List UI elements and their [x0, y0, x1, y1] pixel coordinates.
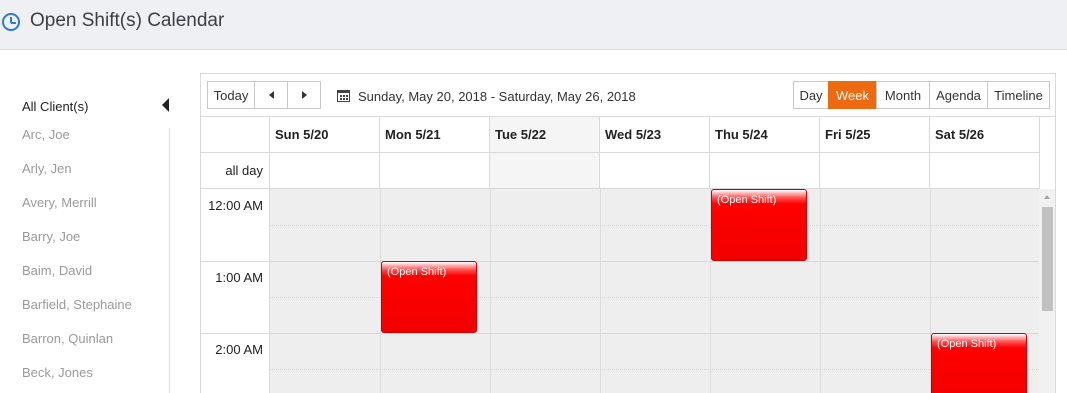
view-agenda-button[interactable]: Agenda	[929, 81, 988, 109]
open-shift-event[interactable]: (Open Shift)	[381, 261, 477, 333]
all-day-cell[interactable]	[490, 153, 600, 189]
client-item[interactable]: Barry, Joe	[22, 229, 132, 263]
client-item[interactable]: Beck, Jones	[22, 365, 132, 393]
all-day-cell[interactable]	[380, 153, 490, 189]
client-item[interactable]: Barfield, Stephaine	[22, 297, 132, 331]
prev-week-button[interactable]	[254, 81, 288, 109]
chevron-right-icon	[301, 91, 307, 99]
chevron-left-icon	[268, 91, 274, 99]
all-day-cell[interactable]	[600, 153, 710, 189]
day-header[interactable]: Thu 5/24	[710, 117, 820, 153]
client-item[interactable]: Baim, David	[22, 263, 132, 297]
calendar-icon[interactable]	[337, 90, 350, 102]
client-item[interactable]: Arc, Joe	[22, 127, 132, 161]
page-header: Open Shift(s) Calendar	[0, 0, 1067, 50]
all-day-cell[interactable]	[710, 153, 820, 189]
day-header[interactable]: Mon 5/21	[380, 117, 490, 153]
time-slots[interactable]: 12:00 AM 1:00 AM 2:00 AM (Open Shift) (O…	[201, 189, 1039, 393]
day-header[interactable]: Sun 5/20	[270, 117, 380, 153]
open-shift-event[interactable]: (Open Shift)	[711, 189, 807, 261]
view-day-button[interactable]: Day	[793, 81, 829, 109]
time-label: 12:00 AM	[208, 198, 263, 213]
all-day-cell[interactable]	[820, 153, 930, 189]
next-week-button[interactable]	[287, 81, 321, 109]
sidebar-divider	[169, 128, 170, 393]
open-shift-event[interactable]: (Open Shift)	[931, 333, 1027, 393]
view-timeline-button[interactable]: Timeline	[987, 81, 1050, 109]
all-clients-link[interactable]: All Client(s)	[22, 99, 88, 114]
day-header-today[interactable]: Tue 5/22	[490, 117, 600, 153]
all-day-cell[interactable]	[930, 153, 1040, 189]
vertical-scrollbar[interactable]	[1039, 189, 1055, 393]
day-header[interactable]: Fri 5/25	[820, 117, 930, 153]
calendar: Today Sunday, May 20, 2018 - Saturday, M…	[200, 73, 1056, 393]
today-button[interactable]: Today	[207, 81, 255, 109]
client-item[interactable]: Avery, Merrill	[22, 195, 132, 229]
client-item[interactable]: Barron, Quinlan	[22, 331, 132, 365]
all-day-cell[interactable]	[270, 153, 380, 189]
view-week-button[interactable]: Week	[828, 81, 877, 109]
calendar-toolbar: Today Sunday, May 20, 2018 - Saturday, M…	[201, 74, 1055, 117]
client-list: Arc, Joe Arly, Jen Avery, Merrill Barry,…	[22, 127, 132, 393]
corner-cell	[201, 117, 270, 153]
scroll-up-icon[interactable]	[1044, 195, 1050, 199]
date-range-label: Sunday, May 20, 2018 - Saturday, May 26,…	[358, 89, 636, 104]
client-item[interactable]: Arly, Jen	[22, 161, 132, 195]
page-title: Open Shift(s) Calendar	[30, 10, 225, 31]
collapse-sidebar-icon[interactable]	[162, 98, 169, 112]
week-grid: Sun 5/20 Mon 5/21 Tue 5/22 Wed 5/23 Thu …	[201, 117, 1055, 393]
clock-icon	[2, 13, 20, 31]
day-header[interactable]: Wed 5/23	[600, 117, 710, 153]
time-label: 1:00 AM	[215, 270, 263, 285]
view-month-button[interactable]: Month	[876, 81, 930, 109]
time-label: 2:00 AM	[215, 342, 263, 357]
client-sidebar: All Client(s) Arc, Joe Arly, Jen Avery, …	[0, 50, 190, 393]
all-day-label: all day	[201, 153, 270, 189]
day-header[interactable]: Sat 5/26	[930, 117, 1040, 153]
time-axis: 12:00 AM 1:00 AM 2:00 AM	[201, 189, 270, 393]
scrollbar-thumb[interactable]	[1042, 207, 1053, 311]
